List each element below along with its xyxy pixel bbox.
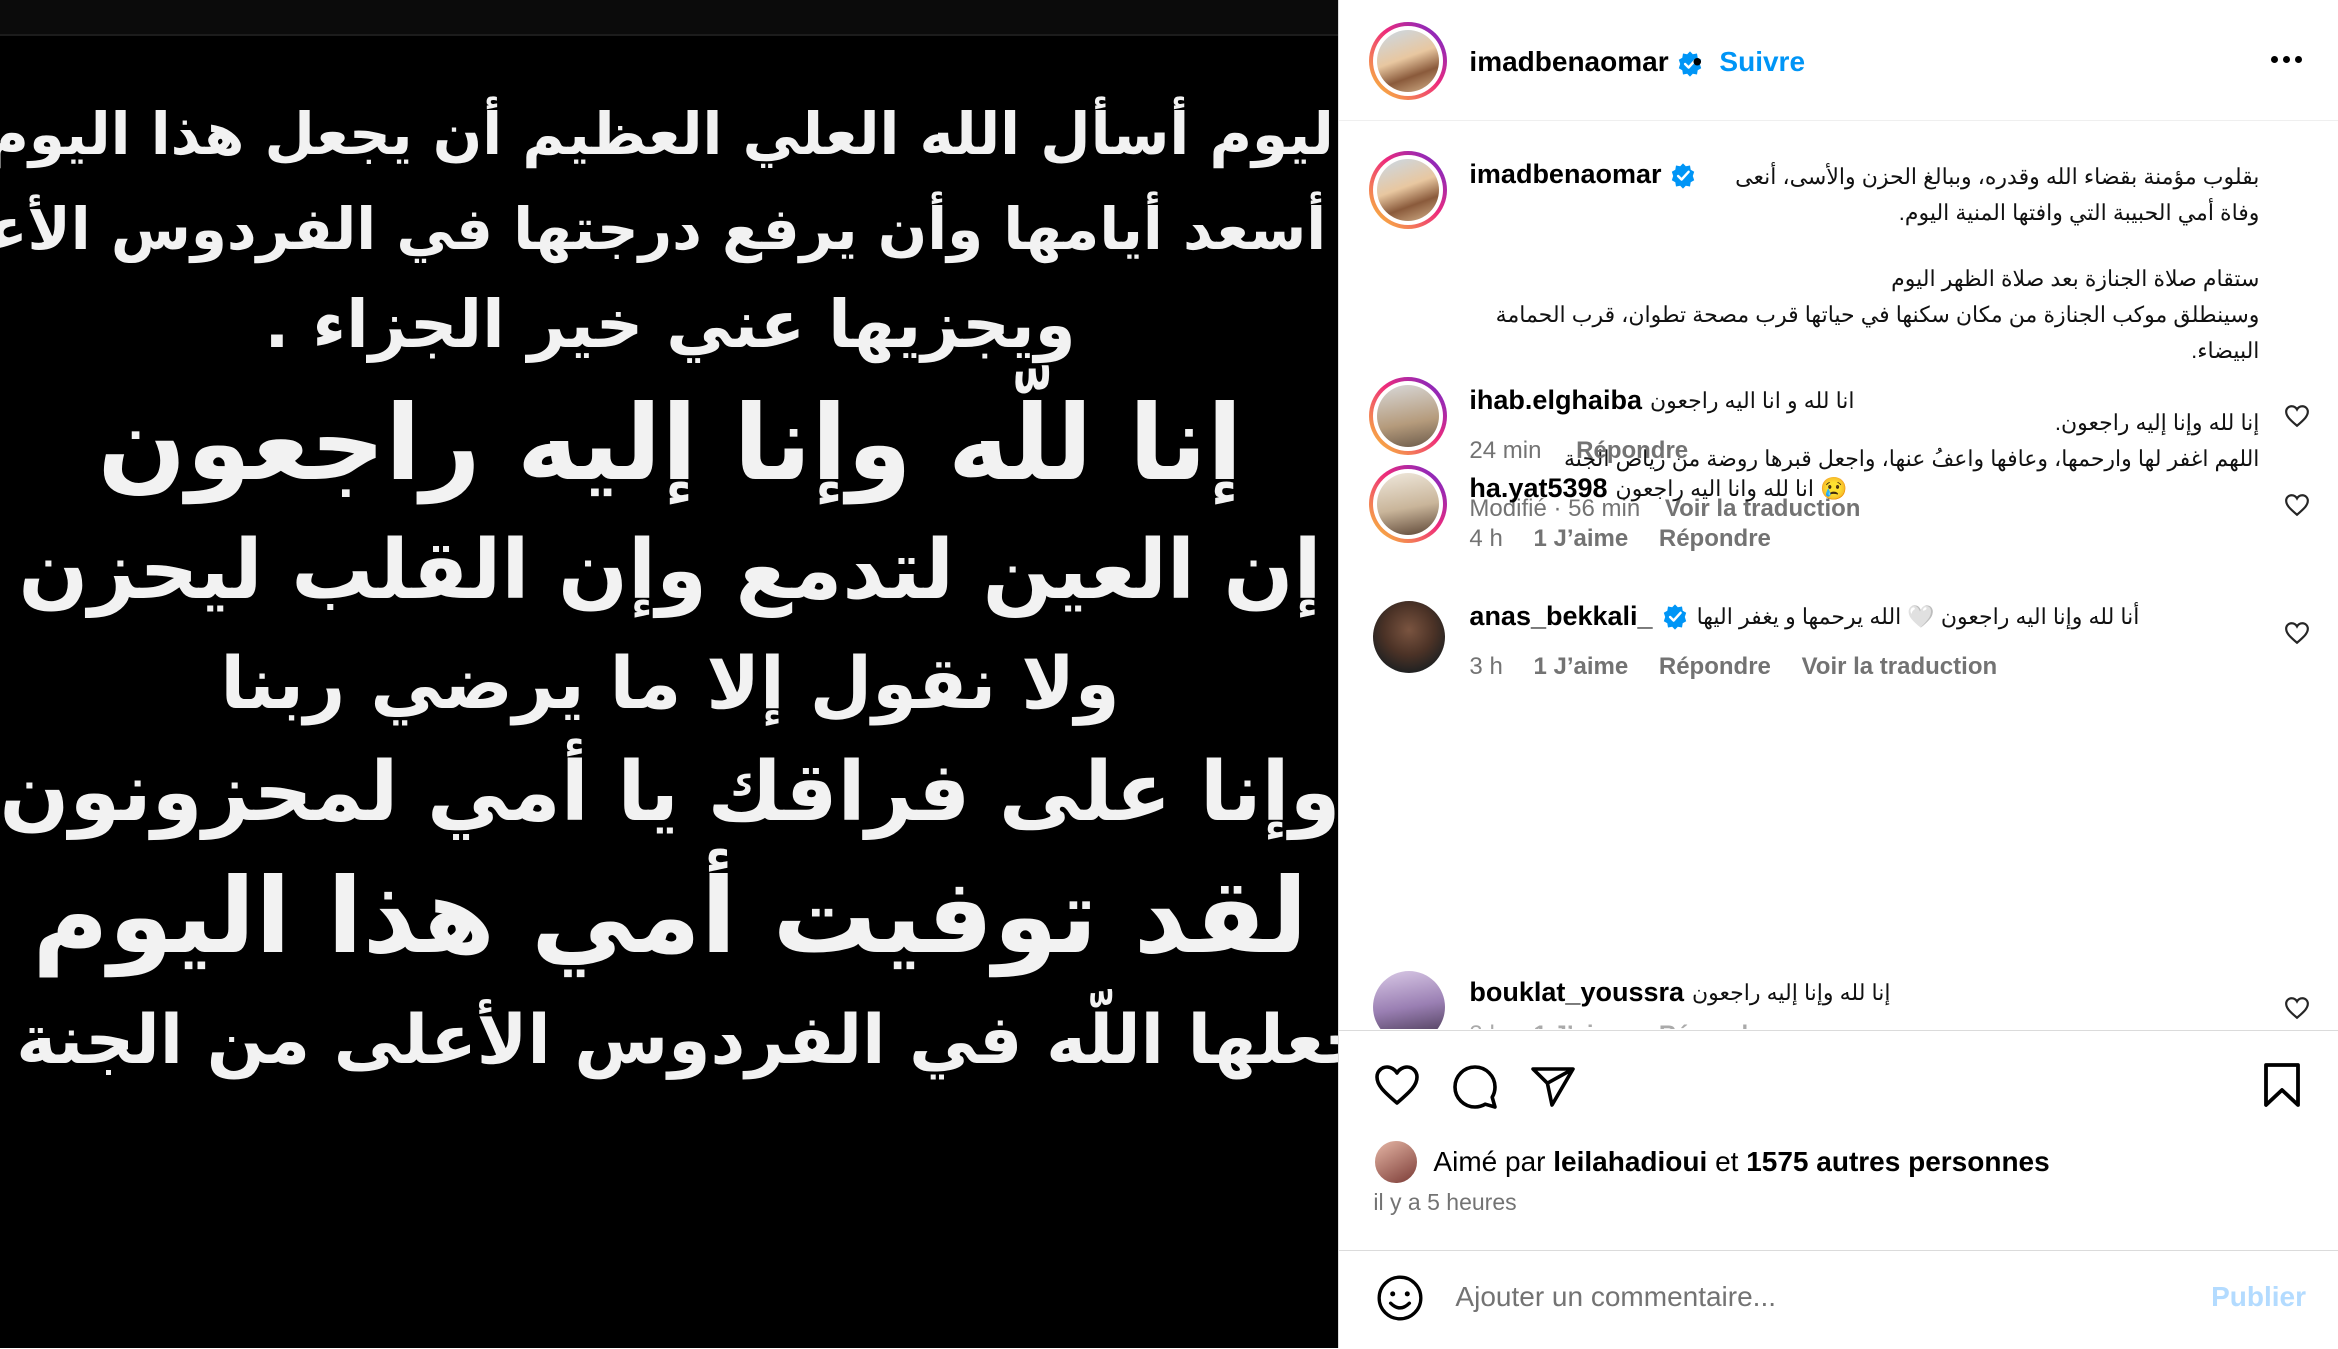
comment-meta: 4 h 1 J’aime Répondre: [1469, 525, 1770, 553]
caption-line: وسينطلق موكب الجنازة من مكان سكنها في حي…: [1495, 302, 2260, 363]
share-send-icon[interactable]: [1529, 1063, 1577, 1111]
image-line: من أسعد أيامها وأن يرفع درجتها في الفردو…: [0, 194, 1338, 263]
comment-composer: Ajouter un commentaire... Publier: [1339, 1250, 2338, 1349]
image-line: إن العين لتدمع وإن القلب ليحزن: [18, 523, 1322, 619]
post-timestamp[interactable]: il y a 5 heures: [1373, 1189, 1516, 1216]
comment-username[interactable]: bouklat_youssra: [1469, 977, 1684, 1008]
post-actions: Aimé par leilahadioui et 1575 autres per…: [1339, 1030, 2338, 1215]
comment-likes[interactable]: 1 J’aime: [1533, 653, 1628, 680]
comment-avatar[interactable]: [1369, 377, 1448, 455]
comment-translate-link[interactable]: Voir la traduction: [1802, 653, 1998, 680]
media-top-strip: [0, 0, 1339, 36]
like-heart-icon[interactable]: [1373, 1063, 1421, 1107]
comment-likes[interactable]: 1 J’aime: [1533, 1021, 1628, 1029]
post-media[interactable]: اليوم أسأل الله العلي العظيم أن يجعل هذا…: [0, 0, 1339, 1348]
comment-likes[interactable]: 1 J’aime: [1533, 525, 1628, 552]
liker-avatar: [1373, 1139, 1420, 1185]
comment-avatar[interactable]: [1373, 971, 1446, 1029]
comment-body: bouklat_youssra إنا لله وإنا إليه راجعون: [1469, 977, 1890, 1008]
comment-avatar[interactable]: [1373, 601, 1446, 673]
comment-like-heart-icon[interactable]: [2284, 404, 2310, 428]
comment-reply-button[interactable]: Répondre: [1659, 653, 1771, 680]
post-image-text: اليوم أسأل الله العلي العظيم أن يجعل هذا…: [0, 80, 1338, 1280]
image-line: لقد توفيت أمي هذا اليوم: [32, 855, 1308, 978]
likes-summary[interactable]: Aimé par leilahadioui et 1575 autres per…: [1373, 1139, 2050, 1185]
image-line: ويجزيها عني خير الجزاء .: [264, 285, 1076, 363]
author-username[interactable]: imadbenaomar: [1469, 46, 1704, 78]
comment-text: انا لله وانا اليه راجعون 😢: [1615, 475, 1848, 501]
comment-meta: 3 h 1 J’aime Répondre Voir la traduction: [1469, 653, 1997, 681]
comments-scroll-area[interactable]: imadbenaomar بقلوب مؤمنة بقضاء الله وقدر…: [1339, 121, 2338, 1029]
comment-time[interactable]: 3 h: [1469, 1021, 1502, 1029]
comment-body: anas_bekkali_ أنا لله وإنا اليه راجعون 🤍…: [1469, 601, 2139, 632]
comment-time[interactable]: 3 h: [1469, 653, 1502, 680]
comment-like-heart-icon[interactable]: [2284, 996, 2310, 1020]
comment-text: إنا لله وإنا إليه راجعون: [1692, 979, 1891, 1005]
verified-badge-icon: [1663, 603, 1686, 630]
comment-time[interactable]: 4 h: [1469, 525, 1502, 552]
comment-reply-button[interactable]: Répondre: [1659, 525, 1771, 552]
comment-reply-button[interactable]: Répondre: [1576, 437, 1688, 464]
comment-meta: 3 h 1 J’aime Répondre: [1469, 1021, 1770, 1029]
image-line: اليوم أسأل الله العلي العظيم أن يجعل هذا…: [0, 100, 1339, 168]
publish-button[interactable]: Publier: [2211, 1281, 2306, 1313]
post-dialog: اليوم أسأل الله العلي العظيم أن يجعل هذا…: [0, 0, 2338, 1348]
comment-reply-button[interactable]: Répondre: [1659, 1021, 1771, 1029]
comment-like-heart-icon[interactable]: [2284, 621, 2310, 645]
likes-prefix: Aimé par: [1433, 1146, 1546, 1177]
author-username-text[interactable]: imadbenaomar: [1469, 46, 1668, 77]
author-avatar[interactable]: [1369, 22, 1448, 100]
comment-meta: 24 min Répondre: [1469, 437, 1688, 465]
comment-body: ha.yat5398 انا لله وانا اليه راجعون 😢: [1469, 473, 1847, 504]
more-options-icon[interactable]: [2266, 50, 2302, 68]
comment-body: ihab.elghaiba انا لله و انا اليه راجعون: [1469, 385, 1854, 416]
image-line: وإنا على فراقك يا أمي لمحزونون: [0, 744, 1339, 840]
post-side-panel: imadbenaomar • Suivre imadbenaomar بقلوب…: [1338, 0, 2338, 1348]
comment-username[interactable]: ihab.elghaiba: [1469, 385, 1642, 416]
comment-avatar[interactable]: [1369, 465, 1448, 543]
likes-connector: et: [1715, 1146, 1739, 1177]
comment-time[interactable]: 24 min: [1469, 437, 1541, 464]
caption-author-avatar[interactable]: [1369, 151, 1448, 229]
caption-paragraph-1: بقلوب مؤمنة بقضاء الله وقدره، وببالغ الح…: [1469, 159, 2259, 231]
caption-line: ستقام صلاة الجنازة بعد صلاة الظهر اليوم: [1891, 266, 2260, 291]
comment-like-heart-icon[interactable]: [2284, 493, 2310, 517]
likes-user[interactable]: leilahadioui: [1553, 1146, 1707, 1178]
comment-username[interactable]: anas_bekkali_: [1469, 601, 1652, 632]
caption-paragraph-2: ستقام صلاة الجنازة بعد صلاة الظهر اليوم …: [1469, 261, 2260, 369]
header-separator: •: [1692, 46, 1703, 77]
save-bookmark-icon[interactable]: [2260, 1061, 2304, 1109]
comment-text: أنا لله وإنا اليه راجعون 🤍 الله يرحمها و…: [1696, 603, 2140, 629]
image-line: إنا للّه وإنا إليه راجعون: [97, 382, 1243, 505]
likes-others[interactable]: 1575 autres personnes: [1746, 1146, 2050, 1178]
comment-text: انا لله و انا اليه راجعون: [1649, 387, 1855, 413]
image-line: ولا نقول إلا ما يرضي ربنا: [220, 641, 1120, 726]
comment-bubble-icon[interactable]: [1451, 1063, 1499, 1111]
comment-input[interactable]: Ajouter un commentaire...: [1455, 1281, 1776, 1313]
caption-paragraph-1-text: بقلوب مؤمنة بقضاء الله وقدره، وببالغ الح…: [1735, 164, 2260, 225]
emoji-icon[interactable]: [1375, 1273, 1425, 1323]
comment-username[interactable]: ha.yat5398: [1469, 473, 1607, 504]
post-header: imadbenaomar • Suivre: [1339, 0, 2338, 121]
image-line: جعلها اللّه في الفردوس الأعلى من الجنة .: [0, 1001, 1339, 1081]
follow-button[interactable]: Suivre: [1719, 46, 1805, 78]
